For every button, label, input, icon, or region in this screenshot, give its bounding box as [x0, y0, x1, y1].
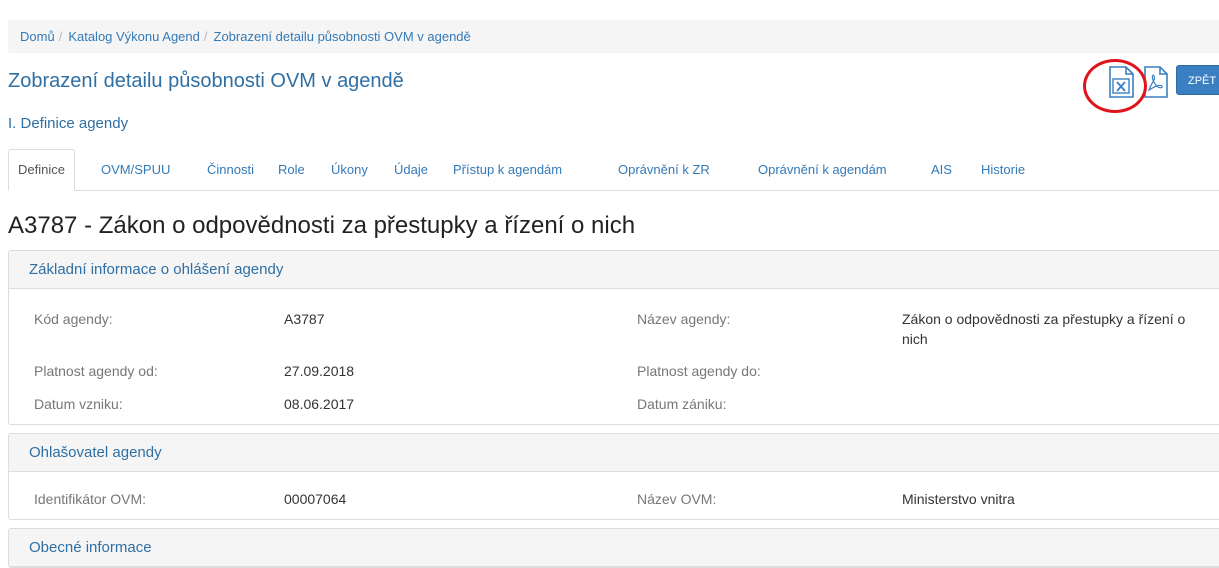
agenda-name-label: Název agendy:: [637, 311, 731, 327]
breadcrumb-separator: /: [203, 29, 208, 44]
valid-to-label: Platnost agendy do:: [637, 363, 761, 379]
tab-definice[interactable]: Definice: [8, 149, 75, 191]
ovm-name-value: Ministerstvo vnitra: [902, 491, 1015, 507]
ovm-id-value: 00007064: [284, 491, 347, 507]
tab-opravneni-k-agendam[interactable]: Oprávnění k agendám: [758, 149, 887, 190]
valid-from-label: Platnost agendy od:: [34, 363, 158, 379]
agenda-code-value: A3787: [284, 311, 325, 327]
announcer-heading: Ohlašovatel agendy: [9, 434, 1219, 472]
excel-export-icon[interactable]: [1107, 66, 1134, 98]
pdf-export-icon[interactable]: [1143, 66, 1168, 98]
agenda-name-line2: nich: [902, 331, 928, 347]
created-value: 08.06.2017: [284, 396, 355, 412]
tab-historie[interactable]: Historie: [981, 149, 1025, 190]
tab-role[interactable]: Role: [278, 149, 305, 190]
tab-pristup-k-agendam[interactable]: Přístup k agendám: [453, 149, 562, 190]
breadcrumb: Domů / Katalog Výkonu Agend / Zobrazení deta…: [8, 20, 1219, 53]
basic-info-heading: Základní informace o ohlášení agendy: [9, 251, 1219, 289]
announcer-panel: Ohlašovatel agendy Identifikátor OVM: 00…: [8, 433, 1219, 520]
basic-info-panel: Základní informace o ohlášení agendy Kód…: [8, 250, 1219, 425]
tab-ukony[interactable]: Úkony: [331, 149, 368, 190]
back-button[interactable]: ZPĚT: [1176, 65, 1219, 95]
general-info-heading: Obecné informace: [9, 529, 1219, 567]
tab-cinnosti[interactable]: Činnosti: [207, 149, 254, 190]
breadcrumb-catalog-link[interactable]: Katalog Výkonu Agend: [68, 29, 200, 44]
tab-bar: Definice OVM/SPUU Činnosti Role Úkony Úd…: [8, 149, 1219, 191]
breadcrumb-home-link[interactable]: Domů: [20, 29, 55, 44]
tab-ovm-spuu[interactable]: OVM/SPUU: [101, 149, 170, 190]
tab-udaje[interactable]: Údaje: [394, 149, 428, 190]
page-title: Zobrazení detailu působnosti OVM v agend…: [8, 70, 404, 92]
ovm-name-label: Název OVM:: [637, 491, 717, 507]
agenda-name-line1: Zákon o odpovědnosti za přestupky a říze…: [902, 311, 1186, 327]
agenda-code-label: Kód agendy:: [34, 311, 113, 327]
ended-label: Datum zániku:: [637, 396, 727, 412]
breadcrumb-current: Zobrazení detailu působnosti OVM v agend…: [213, 29, 471, 44]
valid-from-value: 27.09.2018: [284, 363, 355, 379]
created-label: Datum vzniku:: [34, 396, 123, 412]
section-title: I. Definice agendy: [8, 115, 129, 132]
tab-ais[interactable]: AIS: [931, 149, 952, 190]
general-info-panel: Obecné informace: [8, 528, 1219, 568]
record-title: A3787 - Zákon o odpovědnosti za přestupk…: [8, 212, 636, 239]
tab-opravneni-k-zr[interactable]: Oprávnění k ZR: [618, 149, 710, 190]
breadcrumb-separator: /: [58, 29, 63, 44]
agenda-name-value: Zákon o odpovědnosti za přestupky a říze…: [902, 309, 1212, 349]
ovm-id-label: Identifikátor OVM:: [34, 491, 147, 507]
